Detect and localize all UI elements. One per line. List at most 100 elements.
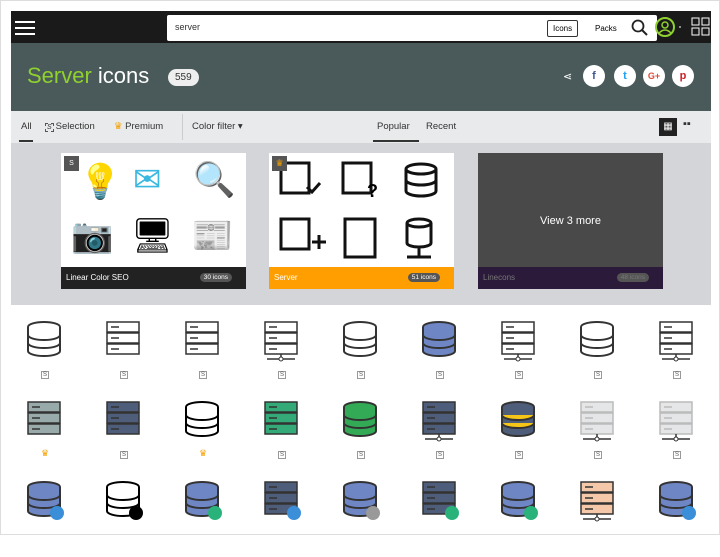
server-database-outline-icon	[164, 319, 242, 363]
hero-banner: Server icons 559 ⋖ f t G+ p	[11, 43, 711, 111]
premium-crown-icon: ♛	[40, 448, 50, 458]
icon-result-item[interactable]: S	[559, 399, 637, 477]
selection-badge: S	[515, 371, 523, 379]
search-input[interactable]: server	[175, 22, 200, 32]
icon-result-item[interactable]: S	[85, 399, 163, 477]
share-icon[interactable]: ⋖	[563, 70, 572, 83]
premium-badge: ♛	[272, 156, 287, 171]
user-account-icon[interactable]	[655, 17, 685, 39]
pack-count: 51 icons	[407, 273, 440, 282]
icon-result-item[interactable]	[322, 479, 400, 557]
icon-result-item[interactable]	[85, 479, 163, 557]
selection-badge: S	[199, 371, 207, 379]
icon-result-item[interactable]: S	[322, 319, 400, 397]
selection-badge: S	[41, 371, 49, 379]
icon-result-item[interactable]: S	[6, 319, 84, 397]
server-outline-icon	[85, 319, 163, 363]
title-rest: icons	[91, 63, 150, 88]
crown-icon: ♛	[114, 121, 123, 132]
twitter-share-button[interactable]: t	[614, 65, 636, 87]
server-pack-preview-icons: ?	[279, 161, 438, 259]
icons-toggle-button[interactable]: Icons	[547, 20, 579, 37]
svg-text:?: ?	[367, 181, 378, 201]
color-filter-dropdown[interactable]: Color filter ▾	[192, 121, 243, 132]
selection-badge: S	[436, 371, 444, 379]
title-highlight: Server	[27, 63, 92, 88]
lightbulb-icon: 💡	[79, 163, 122, 201]
icon-result-item[interactable]: S	[559, 319, 637, 397]
filter-premium-label: Premium	[125, 121, 164, 132]
selection-icon: S	[45, 123, 54, 132]
server-check-icon	[401, 479, 479, 523]
icon-result-item[interactable]	[638, 479, 716, 557]
sort-popular-tab[interactable]: Popular	[377, 121, 410, 132]
icon-result-item[interactable]: S	[322, 399, 400, 477]
selection-badge: S	[120, 451, 128, 459]
pinterest-share-button[interactable]: p	[672, 65, 694, 87]
search-bar[interactable]: server Icons Packs	[167, 15, 657, 41]
pack-footer: Linecons 48 icons	[478, 267, 663, 289]
selection-badge: S	[673, 371, 681, 379]
server-network-dashed-icon	[638, 319, 716, 363]
magnifier-icon: 🔍	[193, 161, 236, 199]
database-sync-icon	[85, 479, 163, 523]
icon-result-item[interactable]: ♛	[6, 399, 84, 477]
selection-badge: S	[120, 371, 128, 379]
icon-result-item[interactable]: S	[638, 319, 716, 397]
googleplus-share-button[interactable]: G+	[643, 65, 665, 87]
server-network-light-icon	[559, 399, 637, 443]
icon-result-item[interactable]: S	[401, 399, 479, 477]
icon-result-item[interactable]: S	[243, 319, 321, 397]
icon-result-item[interactable]	[6, 479, 84, 557]
icon-result-item[interactable]	[164, 479, 242, 557]
large-grid-view-button[interactable]: ▪▪	[683, 118, 691, 130]
filter-all[interactable]: All	[21, 121, 32, 132]
email-icon: ✉	[133, 161, 162, 199]
search-icon[interactable]	[631, 19, 649, 37]
pack-card[interactable]: ♛ ? Server 51 icons	[269, 153, 454, 289]
icon-result-item[interactable]: S	[164, 319, 242, 397]
icon-result-item[interactable]: ♛	[164, 399, 242, 477]
databases-outline-icon	[322, 319, 400, 363]
camera-icon: 📷	[71, 217, 114, 255]
icon-result-item[interactable]	[243, 479, 321, 557]
sort-recent-tab[interactable]: Recent	[426, 121, 456, 132]
icon-result-item[interactable]	[480, 479, 558, 557]
selection-badge: S	[594, 451, 602, 459]
devices-icon: 🖥	[131, 217, 175, 255]
pack-card[interactable]: View 3 more Linecons 48 icons	[478, 153, 663, 289]
database-cloud-icon	[6, 479, 84, 523]
icon-result-item[interactable]: S	[480, 399, 558, 477]
small-grid-view-button[interactable]: ▦	[659, 118, 677, 136]
selection-badge: S	[278, 451, 286, 459]
filter-selection[interactable]: S Selection	[45, 121, 95, 132]
hamburger-menu-icon[interactable]	[15, 18, 35, 36]
webpage-icon: 📰	[191, 217, 234, 255]
pack-card[interactable]: S 💡 ✉ 🔍 📷 🖥 📰 Linear Color SEO 30 icons	[61, 153, 246, 289]
icon-result-item[interactable]: S	[401, 319, 479, 397]
icon-result-item[interactable]: S	[85, 319, 163, 397]
facebook-share-button[interactable]: f	[583, 65, 605, 87]
icon-result-item[interactable]: S	[243, 399, 321, 477]
database-blue-icon	[401, 319, 479, 363]
server-network-outline-icon	[243, 319, 321, 363]
apps-grid-icon[interactable]	[691, 17, 711, 37]
database-black-icon	[164, 399, 242, 443]
selection-badge: S	[357, 371, 365, 379]
pack-name: Linecons	[483, 273, 516, 282]
database-dotted-icon	[559, 319, 637, 363]
icon-result-item[interactable]: S	[480, 319, 558, 397]
icon-result-item[interactable]: S	[638, 399, 716, 477]
selection-badge: S	[278, 371, 286, 379]
icon-result-item[interactable]	[559, 479, 637, 557]
icon-result-item[interactable]	[401, 479, 479, 557]
server-green-icon	[243, 399, 321, 443]
selection-badge: S	[357, 451, 365, 459]
filter-premium[interactable]: ♛ Premium	[114, 121, 163, 132]
database-refresh-icon	[638, 479, 716, 523]
packs-toggle-button[interactable]: Packs	[595, 24, 617, 33]
pack-footer: Server 51 icons	[269, 267, 454, 289]
pack-count: 30 icons	[199, 273, 232, 282]
database-yellow-icon	[480, 399, 558, 443]
selection-badge: S	[64, 156, 79, 171]
